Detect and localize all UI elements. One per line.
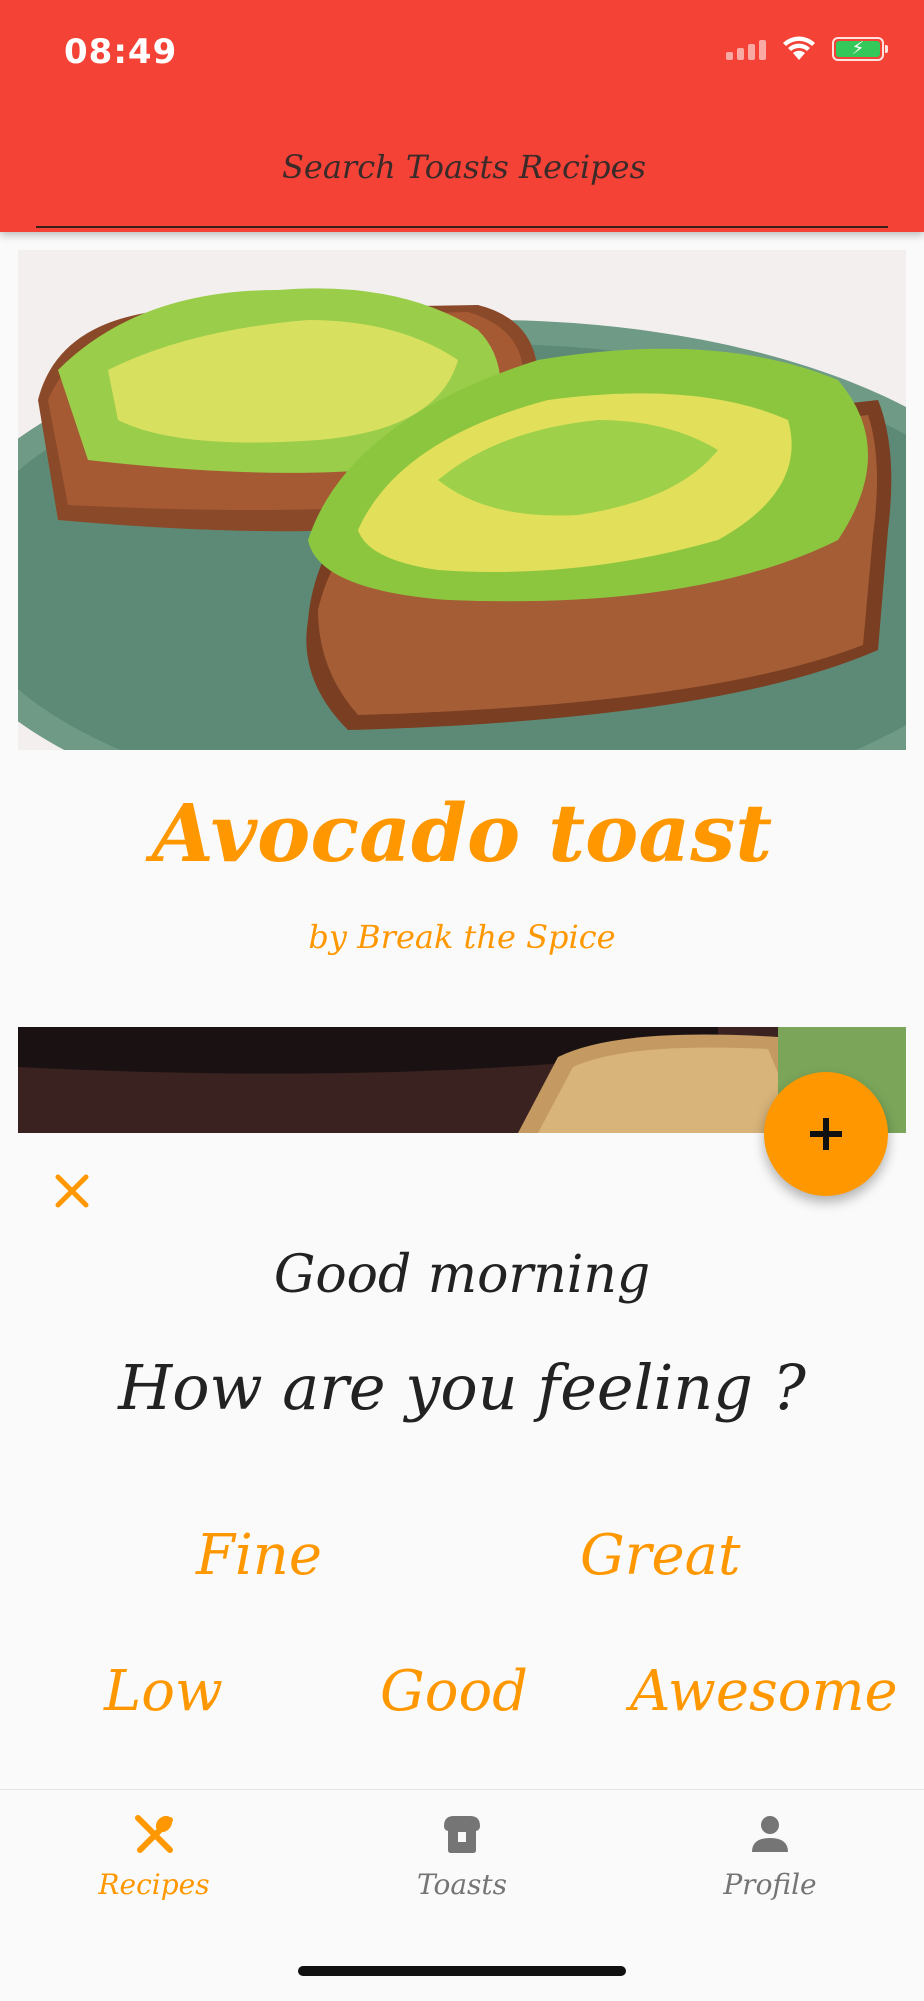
signal-icon: [726, 38, 766, 60]
mood-option-awesome[interactable]: Awesome: [630, 1659, 898, 1724]
battery-icon: ⚡: [832, 37, 888, 61]
home-indicator[interactable]: [298, 1966, 626, 1976]
add-recipe-button[interactable]: [764, 1072, 888, 1196]
plus-icon: [810, 1118, 842, 1150]
status-icons: ⚡: [726, 36, 888, 62]
nav-item-toasts[interactable]: Toasts: [362, 1810, 562, 1901]
avocado-toast-photo: [18, 250, 906, 750]
close-button[interactable]: [50, 1169, 94, 1213]
mood-question: How are you feeling ?: [118, 1351, 806, 1424]
greeting-text: Good morning: [273, 1245, 651, 1305]
recipe-image[interactable]: [18, 250, 906, 750]
mood-option-low[interactable]: Low: [104, 1659, 223, 1724]
mood-option-fine[interactable]: Fine: [196, 1523, 322, 1588]
wifi-icon: [783, 36, 815, 60]
search-field[interactable]: [36, 136, 892, 228]
app-header: 08:49 ⚡: [0, 0, 924, 232]
utensils-icon: [135, 1815, 173, 1853]
nav-label-profile: Profile: [723, 1868, 817, 1901]
toast-icon: [444, 1816, 480, 1853]
recipe-author: by Break the Spice: [308, 918, 616, 956]
search-input[interactable]: [36, 136, 892, 198]
recipe-title[interactable]: Avocado toast: [0, 786, 924, 880]
nav-item-recipes[interactable]: Recipes: [54, 1810, 254, 1901]
status-time: 08:49: [64, 32, 178, 72]
mood-option-great[interactable]: Great: [580, 1523, 741, 1588]
mood-option-good[interactable]: Good: [380, 1659, 528, 1724]
person-icon: [752, 1816, 788, 1852]
nav-label-recipes: Recipes: [98, 1868, 210, 1901]
nav-item-profile[interactable]: Profile: [670, 1810, 870, 1901]
mood-sheet: Good morning How are you feeling ? Fine …: [0, 1133, 924, 1789]
close-icon: [55, 1174, 89, 1208]
nav-label-toasts: Toasts: [416, 1868, 508, 1901]
